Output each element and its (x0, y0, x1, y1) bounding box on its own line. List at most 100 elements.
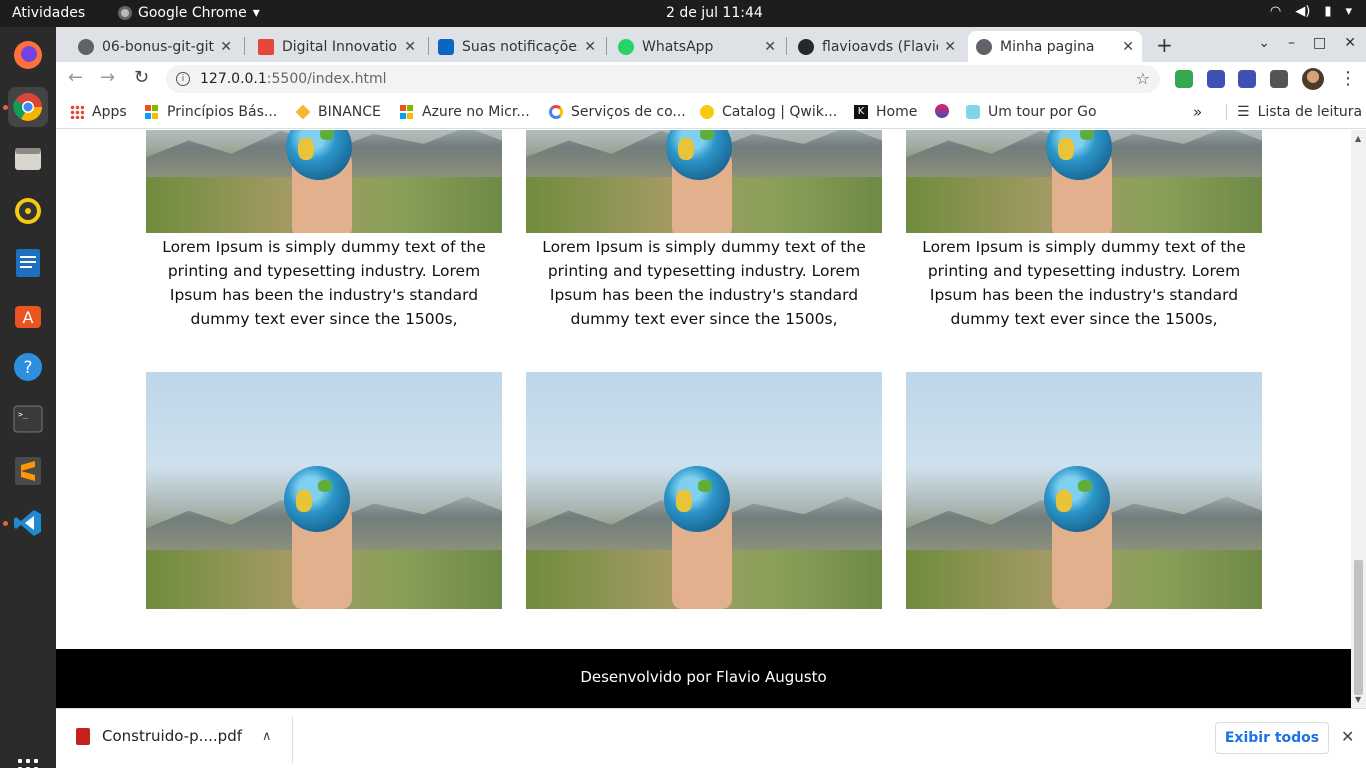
activities-button[interactable]: Atividades (12, 5, 85, 21)
google-cloud-icon (549, 105, 563, 119)
forward-button[interactable]: → (100, 67, 115, 88)
bookmark-label: Azure no Micr... (422, 104, 530, 120)
card (906, 372, 1262, 609)
reading-list-button[interactable]: ☰ Lista de leitura (1226, 104, 1362, 120)
help-icon[interactable]: ? (8, 347, 48, 387)
bookmark-label: Princípios Bás... (167, 104, 278, 120)
bookmark-circle[interactable] (935, 104, 957, 118)
close-icon[interactable]: ✕ (764, 39, 776, 55)
tab-separator (606, 37, 607, 55)
bookmark-google-cloud[interactable]: Serviços de co... (549, 104, 686, 120)
tab-title: 06-bonus-git-gith (102, 38, 215, 55)
wifi-icon: ◠ (1269, 4, 1282, 19)
app-menu-label: Google Chrome (138, 5, 247, 21)
system-menu[interactable]: ◠ ◀) ▮ ▾ (1270, 4, 1352, 19)
app-menu[interactable]: Google Chrome ▾ (118, 5, 260, 21)
volume-icon: ◀) (1295, 4, 1311, 19)
system-top-bar: Atividades Google Chrome ▾ 2 de jul 11:4… (0, 0, 1366, 27)
bookmark-home[interactable]: K Home (854, 104, 917, 120)
files-icon[interactable] (8, 139, 48, 179)
close-icon[interactable]: ✕ (1122, 39, 1134, 55)
tab-git-bonus[interactable]: 06-bonus-git-gith ✕ (70, 31, 240, 62)
tab-minha-pagina[interactable]: Minha pagina ✕ (968, 31, 1142, 62)
close-icon[interactable]: ✕ (404, 39, 416, 55)
vscode-icon[interactable] (8, 503, 48, 543)
bookmark-qwiklabs[interactable]: Catalog | Qwik... (700, 104, 837, 120)
url-host: 127.0.0.1 (200, 71, 267, 87)
sublime-icon[interactable] (8, 451, 48, 491)
back-button[interactable]: ← (68, 67, 83, 88)
minimize-icon[interactable]: – (1288, 35, 1295, 51)
tab-search-icon[interactable]: ⌄ (1258, 35, 1270, 51)
svg-text:A: A (23, 308, 34, 327)
running-indicator (3, 521, 8, 526)
chrome-icon[interactable] (8, 87, 48, 127)
reading-list-icon: ☰ (1237, 104, 1250, 120)
tab-strip: 06-bonus-git-gith ✕ Digital Innovatio ✕ … (56, 27, 1366, 62)
download-item[interactable]: Construido-p....pdf (76, 727, 242, 745)
info-icon[interactable]: i (176, 72, 190, 86)
bookmark-label: Serviços de co... (571, 104, 686, 120)
close-icon[interactable]: ✕ (1341, 727, 1354, 746)
bookmark-go-tour[interactable]: Um tour por Go (966, 104, 1097, 120)
chevron-down-icon: ▾ (252, 5, 260, 21)
linkedin-icon (438, 38, 454, 55)
dock: A ? >_ (0, 27, 56, 779)
extension-icon[interactable] (1207, 70, 1225, 88)
download-bar: Construido-p....pdf ∧ Exibir todos ✕ (56, 708, 1366, 768)
tab-whatsapp[interactable]: WhatsApp ✕ (610, 31, 784, 62)
card (146, 372, 502, 609)
apps-grid-icon (70, 105, 84, 119)
writer-icon[interactable] (8, 243, 48, 283)
card-caption: Lorem Ipsum is simply dummy text of the … (922, 238, 1246, 328)
close-icon[interactable]: ✕ (944, 39, 956, 55)
avatar[interactable] (1302, 68, 1324, 90)
maximize-icon[interactable]: □ (1313, 35, 1326, 51)
chrome-window: 06-bonus-git-gith ✕ Digital Innovatio ✕ … (56, 27, 1366, 768)
bookmark-star-icon[interactable]: ☆ (1136, 69, 1150, 88)
scroll-down-icon[interactable]: ▼ (1355, 695, 1361, 704)
bookmark-azure[interactable]: Azure no Micr... (400, 104, 530, 120)
url-path: :5500/index.html (266, 71, 387, 87)
app-grid-icon[interactable] (18, 759, 38, 779)
chrome-small-icon (118, 6, 132, 20)
tab-dio[interactable]: Digital Innovatio ✕ (250, 31, 424, 62)
terminal-icon[interactable]: >_ (8, 399, 48, 439)
firefox-icon[interactable] (8, 35, 48, 75)
scrollbar-thumb[interactable] (1354, 560, 1363, 695)
chevron-up-icon[interactable]: ∧ (262, 729, 272, 744)
page-scrollbar[interactable]: ▲ ▼ (1351, 130, 1366, 708)
menu-icon[interactable]: ⋮ (1339, 68, 1357, 89)
footer-credit: Desenvolvido por Flavio Augusto (580, 668, 827, 686)
software-icon[interactable]: A (8, 295, 48, 335)
bookmark-principios[interactable]: Princípios Bás... (145, 104, 277, 120)
tab-separator (428, 37, 429, 55)
bookmark-apps[interactable]: Apps (70, 104, 127, 120)
close-icon[interactable]: ✕ (220, 39, 232, 55)
bookmarks-overflow-button[interactable]: » (1193, 103, 1202, 121)
reload-button[interactable]: ↻ (134, 67, 149, 88)
show-all-downloads-button[interactable]: Exibir todos (1215, 722, 1329, 754)
github-icon (798, 38, 814, 55)
extension-icon[interactable] (1175, 70, 1193, 88)
card-caption: Lorem Ipsum is simply dummy text of the … (542, 238, 866, 328)
extension-icon[interactable] (1238, 70, 1256, 88)
globe-photo (906, 372, 1262, 609)
globe-photo (146, 372, 502, 609)
bookmark-label: Home (876, 104, 918, 120)
globe-photo (526, 130, 882, 233)
new-tab-button[interactable]: + (1156, 33, 1173, 57)
tab-linkedin[interactable]: Suas notificações ✕ (430, 31, 604, 62)
clock[interactable]: 2 de jul 11:44 (666, 5, 763, 21)
close-window-icon[interactable]: ✕ (1344, 35, 1356, 51)
k-icon: K (854, 105, 868, 119)
close-icon[interactable]: ✕ (584, 39, 596, 55)
rhythmbox-icon[interactable] (8, 191, 48, 231)
address-bar[interactable]: i 127.0.0.1 :5500/index.html ☆ (166, 65, 1160, 93)
scroll-up-icon[interactable]: ▲ (1355, 134, 1361, 143)
bookmark-label: Um tour por Go (988, 104, 1097, 120)
tab-github[interactable]: flavioavds (Flavio ✕ (790, 31, 964, 62)
bookmark-binance[interactable]: BINANCE (295, 104, 381, 120)
puzzle-icon[interactable] (1270, 70, 1288, 88)
tab-title: WhatsApp (642, 38, 714, 55)
